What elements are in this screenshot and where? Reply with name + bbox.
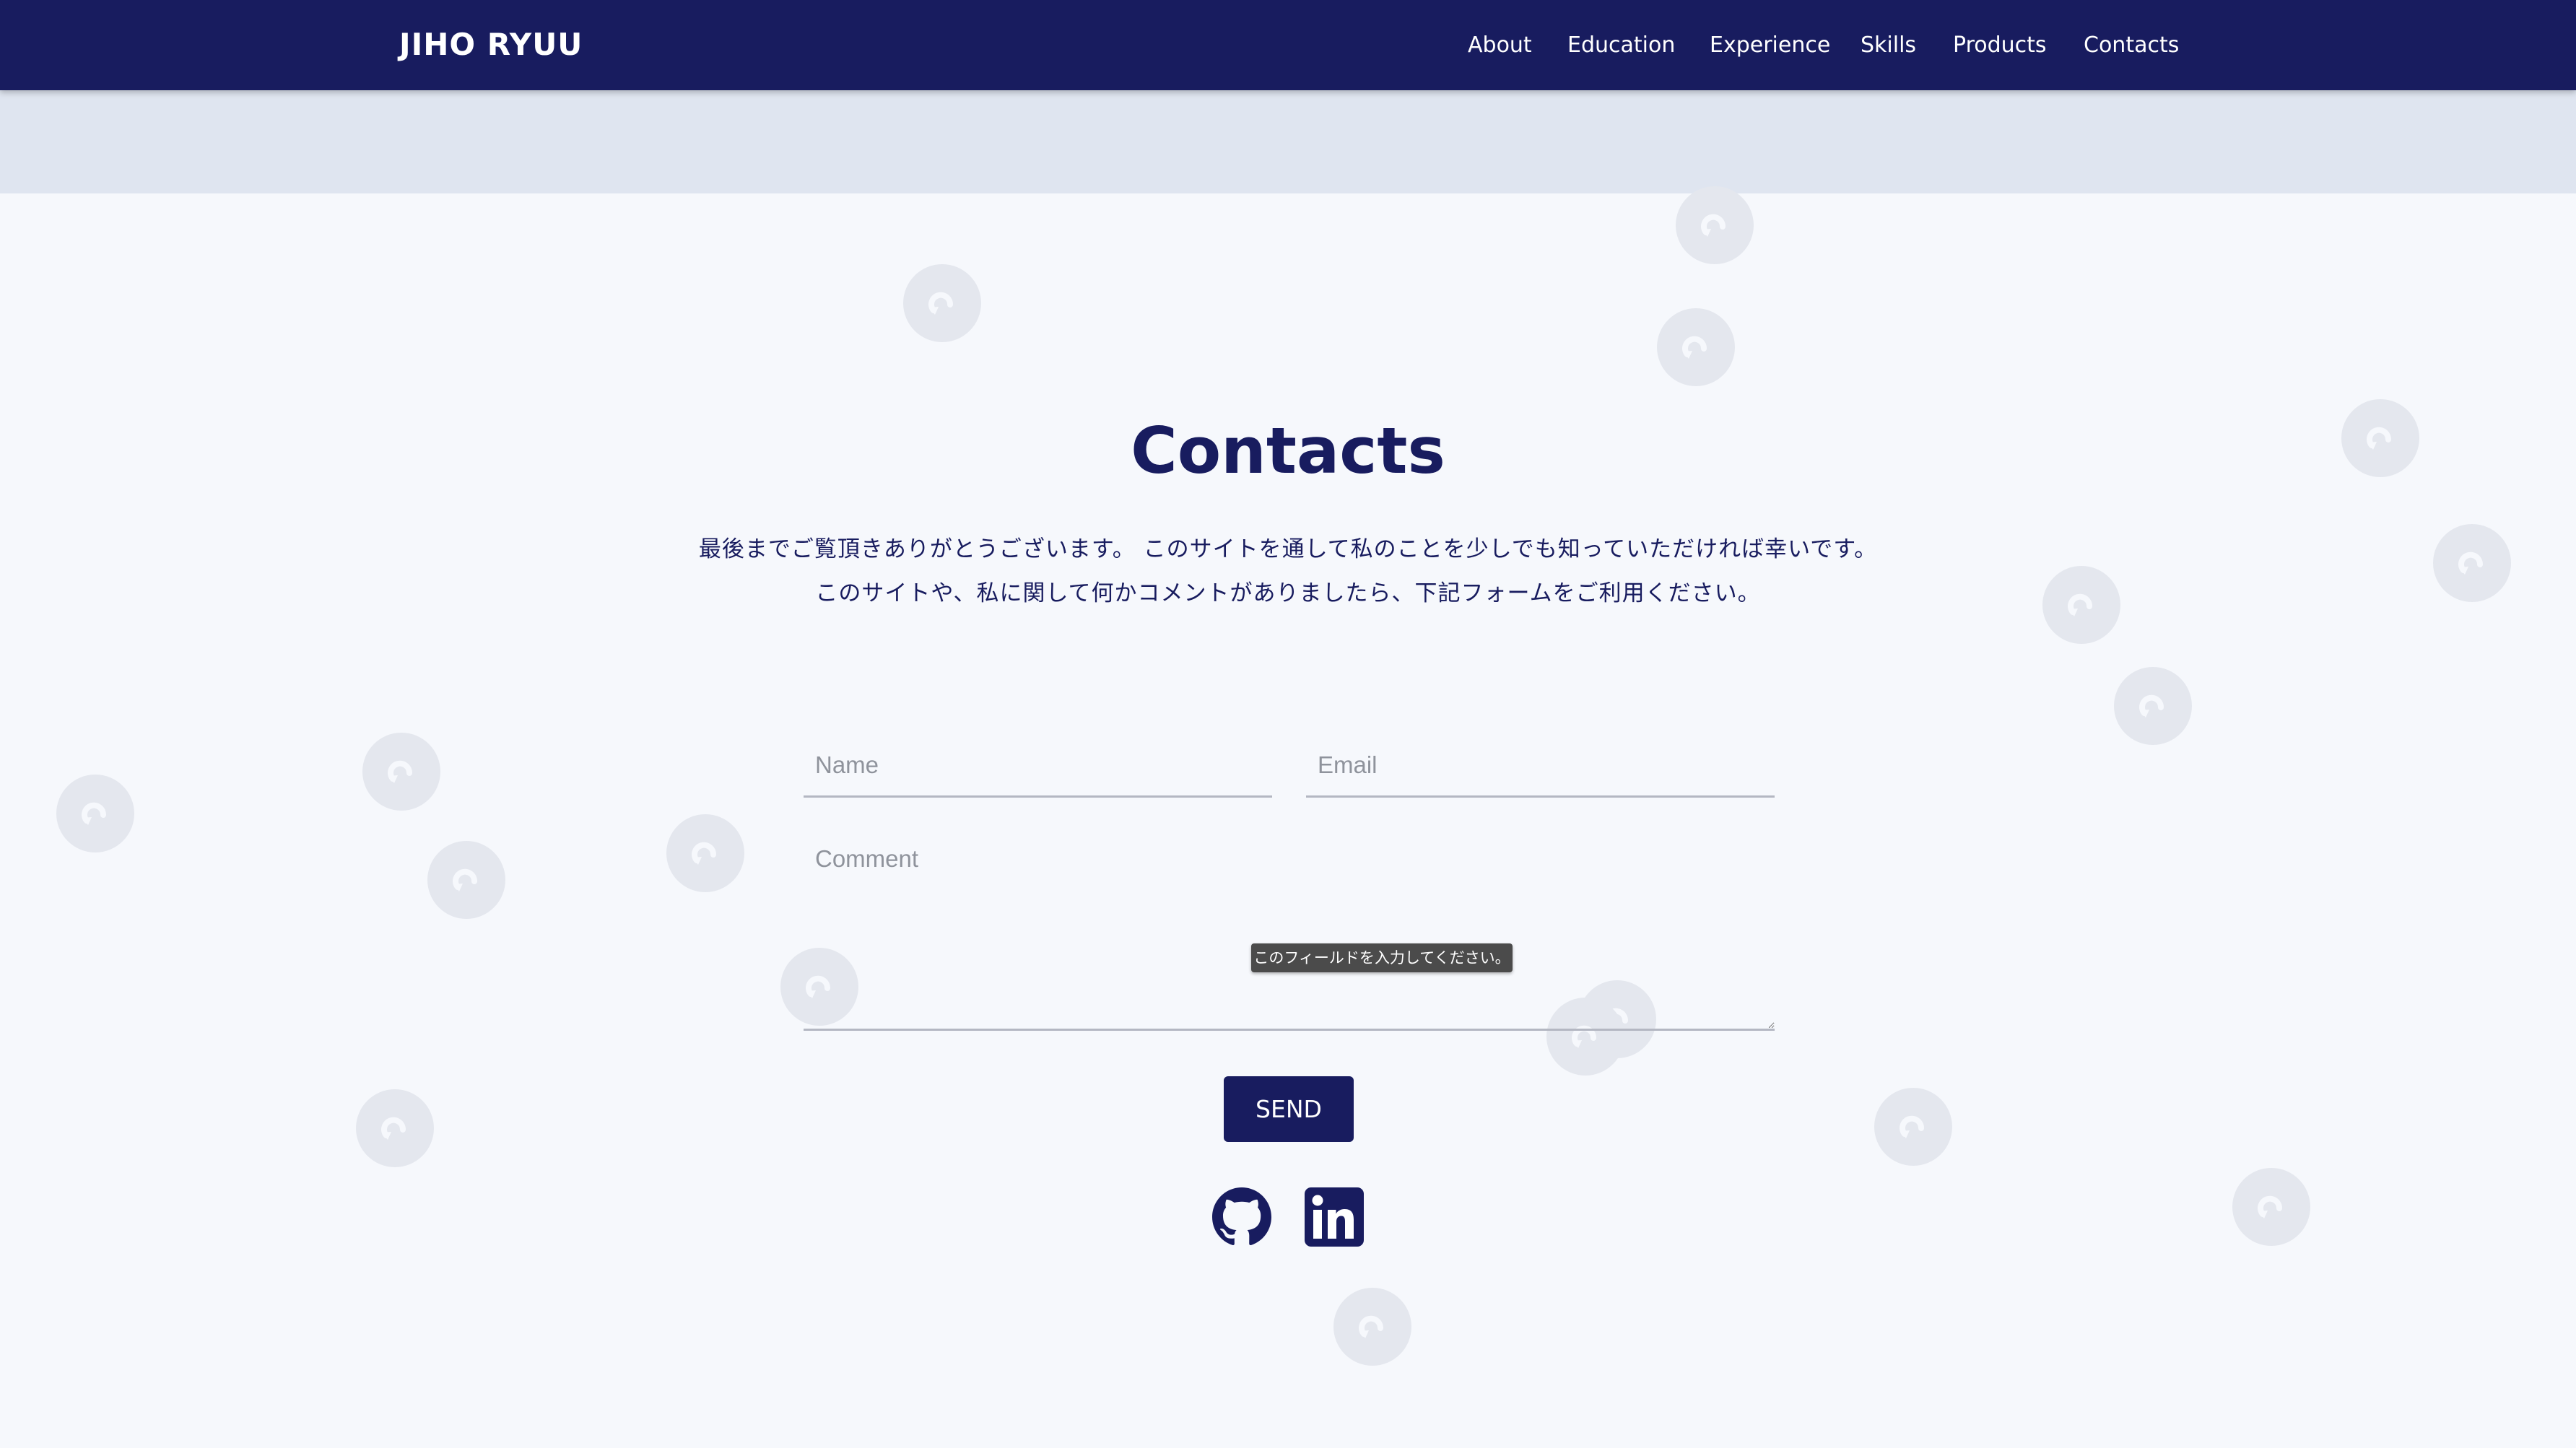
refresh-arrow-icon: [1359, 1315, 1384, 1338]
nav-link-skills[interactable]: Skills: [1861, 31, 1916, 60]
refresh-arrow-icon: [1900, 1115, 1925, 1138]
nav-link-experience[interactable]: Experience: [1710, 31, 1830, 60]
bubble-decoration: [2114, 667, 2192, 745]
site-brand[interactable]: JIHO RYUU: [399, 26, 583, 64]
linkedin-link[interactable]: [1305, 1187, 1364, 1247]
bubble-decoration: [2232, 1168, 2310, 1246]
refresh-arrow-icon: [928, 292, 954, 315]
refresh-arrow-icon: [82, 802, 107, 825]
refresh-arrow-icon: [381, 1117, 406, 1140]
intro-message-line-2: このサイトや、私に関して何かコメントがありましたら、下記フォームをご利用ください…: [815, 580, 1761, 606]
bubble-decoration: [56, 775, 134, 852]
bubble-decoration: [427, 841, 505, 919]
refresh-arrow-icon: [1701, 214, 1726, 237]
refresh-arrow-icon: [2258, 1195, 2283, 1218]
nav-link-contacts[interactable]: Contacts: [2084, 31, 2179, 60]
send-button[interactable]: SEND: [1224, 1076, 1354, 1142]
bubble-decoration: [362, 733, 440, 811]
name-input[interactable]: [804, 735, 1272, 798]
intro-message-line-1: 最後までご覧頂きありがとうございます。 このサイトを通して私のことを少しでも知っ…: [698, 536, 1878, 562]
nav-link-education[interactable]: Education: [1567, 31, 1675, 60]
bubble-decoration: [666, 814, 744, 892]
nav-link-about[interactable]: About: [1468, 31, 1532, 60]
header-band: [0, 90, 2576, 193]
bubble-decoration: [1657, 308, 1735, 386]
bubble-decoration: [356, 1089, 434, 1167]
bubble-decoration: [903, 264, 981, 342]
validation-tooltip: このフィールドを入力してください。: [1251, 943, 1513, 972]
github-link[interactable]: [1212, 1187, 1271, 1247]
refresh-arrow-icon: [2139, 694, 2164, 718]
section-title: Contacts: [1131, 414, 1445, 488]
refresh-arrow-icon: [453, 868, 478, 891]
bubble-decoration: [1676, 186, 1754, 264]
nav-link-products[interactable]: Products: [1953, 31, 2047, 60]
github-icon: [1212, 1187, 1271, 1245]
top-navigation-bar: JIHO RYUU About Education Experience Ski…: [0, 0, 2576, 90]
refresh-arrow-icon: [1682, 336, 1707, 359]
linkedin-icon: [1305, 1187, 1364, 1247]
bubble-decoration: [1874, 1088, 1952, 1166]
email-input[interactable]: [1306, 735, 1775, 798]
bubble-decoration: [1333, 1288, 1411, 1366]
refresh-arrow-icon: [388, 760, 413, 783]
comment-textarea[interactable]: [804, 827, 1775, 1031]
refresh-arrow-icon: [692, 842, 717, 865]
